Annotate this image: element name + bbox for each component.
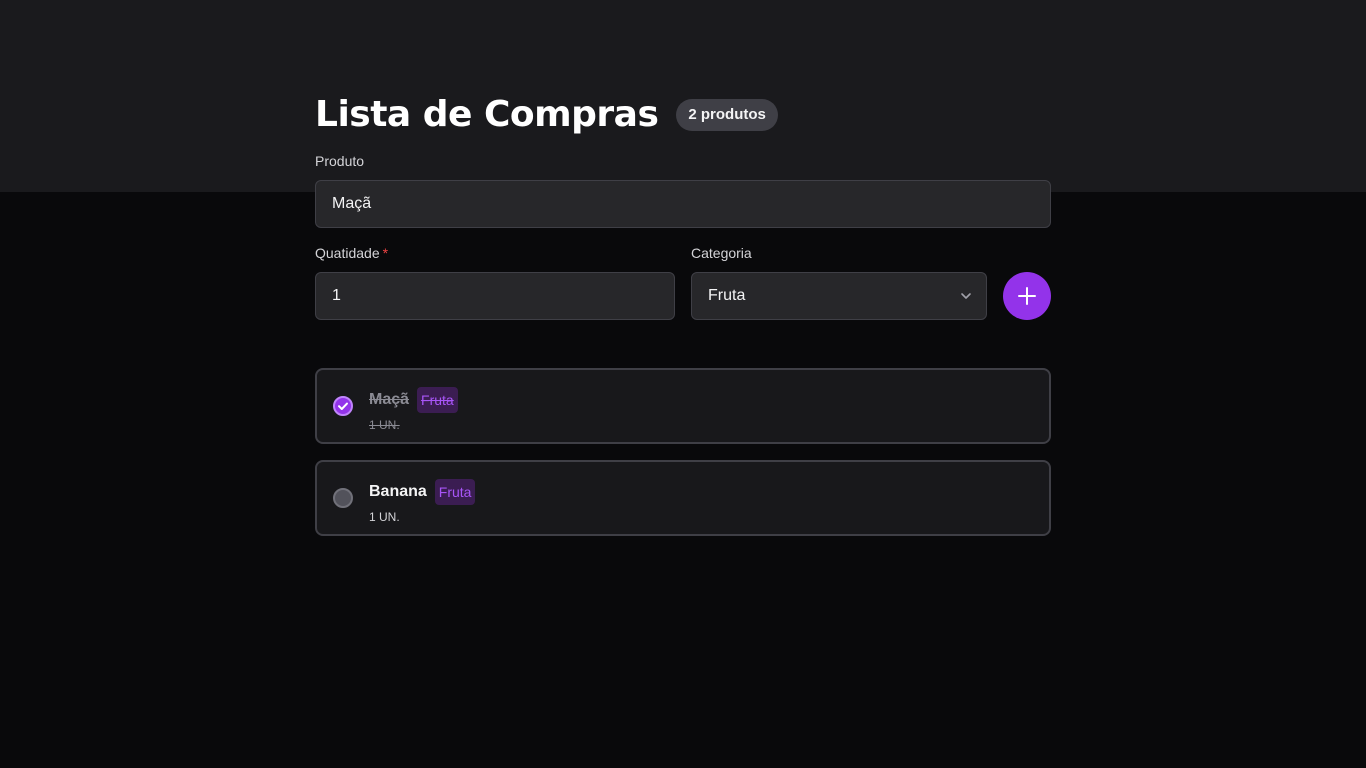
item-checkbox-checked[interactable] [333,396,353,416]
item-name-row: Banana Fruta [369,479,476,505]
item-name: Banana [369,483,427,500]
list-item: Banana Fruta 1 UN. [315,460,1051,536]
category-select-value: Fruta [708,287,746,304]
chevron-down-icon [961,293,971,299]
quantity-input-value: 1 [332,287,341,304]
product-count-badge: 2 produtos [676,99,778,131]
product-input-value: Maçã [332,195,372,212]
product-label: Produto [315,153,365,169]
list-item: Maçã Fruta 1 UN. [315,368,1051,444]
required-mark: * [382,245,389,261]
item-quantity: 1 UN. [369,418,400,432]
item-category-tag: Fruta [417,387,458,413]
quantity-input[interactable]: 1 [315,272,675,320]
item-category-tag: Fruta [434,479,476,505]
check-icon [338,402,348,410]
title-row: Lista de Compras 2 produtos [315,92,778,138]
item-name-row: Maçã Fruta [369,387,458,413]
category-select[interactable]: Fruta [691,272,987,320]
quantity-label: Quatidade * [315,245,388,261]
add-item-button[interactable] [1003,272,1051,320]
page-title: Lista de Compras [315,94,659,135]
category-label: Categoria [691,245,752,261]
plus-icon [1018,287,1036,305]
item-checkbox-unchecked[interactable] [333,488,353,508]
item-quantity: 1 UN. [369,510,400,524]
item-name: Maçã [369,391,410,408]
product-input[interactable]: Maçã [315,180,1051,228]
quantity-label-text: Quatidade [315,245,380,261]
